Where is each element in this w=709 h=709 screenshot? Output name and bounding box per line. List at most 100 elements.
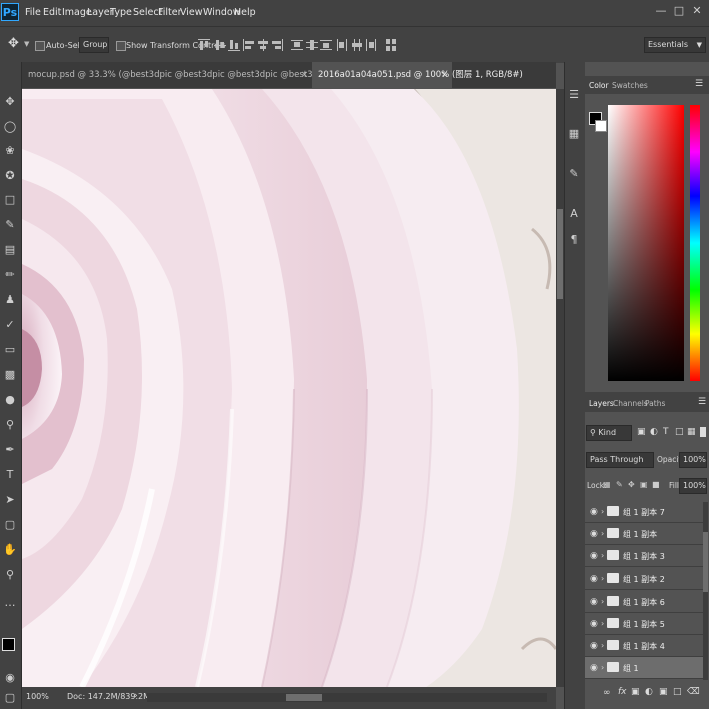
distribute-left-icon[interactable] — [336, 39, 348, 51]
chevron-right-icon[interactable]: › — [601, 641, 604, 650]
dodge-tool-icon[interactable]: ⚲ — [2, 417, 18, 433]
layers-scrollbar[interactable] — [703, 502, 708, 680]
chevron-down-icon[interactable]: ▼ — [24, 40, 29, 48]
blur-tool-icon[interactable]: ● — [2, 392, 18, 408]
eye-icon[interactable]: ◉ — [590, 507, 600, 517]
blend-mode-dropdown[interactable]: Pass Through — [586, 452, 654, 468]
layers-scroll-thumb[interactable] — [703, 532, 708, 592]
chevron-right-icon[interactable]: › — [601, 551, 604, 560]
pixel-filter-icon[interactable]: ▣ — [637, 427, 646, 437]
auto-select-checkbox[interactable] — [35, 41, 45, 51]
maximize-icon[interactable]: □ — [672, 4, 686, 18]
eye-icon[interactable]: ◉ — [590, 597, 600, 607]
trash-icon[interactable]: ⌫ — [687, 687, 700, 697]
type-filter-icon[interactable]: T — [663, 427, 669, 437]
distribute-vcenter-icon[interactable] — [306, 39, 318, 51]
eye-icon[interactable]: ◉ — [590, 551, 600, 561]
healing-brush-tool-icon[interactable]: ▤ — [2, 242, 18, 258]
menu-file[interactable]: File — [25, 7, 41, 18]
zoom-level[interactable]: 100% — [26, 692, 49, 701]
history-brush-tool-icon[interactable]: ✓ — [2, 317, 18, 333]
character-panel-icon[interactable]: A — [566, 204, 582, 224]
smart-object-filter-icon[interactable]: ▦ — [687, 427, 696, 437]
hand-tool-icon[interactable]: ✋ — [2, 542, 18, 558]
chevron-right-icon[interactable]: › — [134, 691, 138, 701]
shape-filter-icon[interactable]: □ — [675, 427, 684, 437]
layer-row[interactable]: ◉ › 组 1 副本 3 — [585, 545, 703, 567]
align-top-icon[interactable] — [198, 39, 210, 51]
tab-color[interactable]: Color — [589, 81, 609, 90]
quick-mask-icon[interactable]: ◉ — [2, 670, 18, 686]
foreground-color-swatch[interactable] — [2, 638, 15, 651]
align-vcenter-icon[interactable] — [214, 39, 226, 51]
chevron-right-icon[interactable]: › — [601, 597, 604, 606]
layer-row[interactable]: ◉ › 组 1 副本 — [585, 523, 703, 545]
layer-row[interactable]: ◉ › 组 1 副本 7 — [585, 501, 703, 523]
minimize-icon[interactable]: — — [654, 4, 668, 18]
properties-panel-icon[interactable]: ▦ — [566, 124, 582, 144]
eraser-tool-icon[interactable]: ▭ — [2, 342, 18, 358]
new-group-icon[interactable]: ▣ — [659, 687, 668, 697]
workspace-dropdown[interactable]: Essentials ▼ — [644, 37, 706, 53]
auto-select-dropdown[interactable]: Group — [79, 37, 109, 53]
panel-menu-icon[interactable]: ☰ — [695, 79, 703, 89]
fx-icon[interactable]: fx — [618, 687, 627, 697]
distribute-right-icon[interactable] — [365, 39, 377, 51]
bg-color-chip[interactable] — [595, 120, 607, 132]
tab-swatches[interactable]: Swatches — [612, 81, 648, 90]
align-right-icon[interactable] — [271, 39, 283, 51]
chevron-right-icon[interactable]: › — [601, 507, 604, 516]
layer-row[interactable]: ◉ › 组 1 副本 6 — [585, 591, 703, 613]
move-tool-icon[interactable]: ✥ — [2, 94, 18, 110]
document-tab-active[interactable]: 2016a01a04a051.psd @ 100% (图层 1, RGB/8#)… — [312, 62, 523, 88]
adjustment-filter-icon[interactable]: ◐ — [650, 427, 658, 437]
paragraph-panel-icon[interactable]: ¶ — [566, 230, 582, 250]
chevron-right-icon[interactable]: › — [601, 619, 604, 628]
layer-row[interactable]: ◉ › 组 1 副本 5 — [585, 613, 703, 635]
kind-filter-dropdown[interactable]: ⚲ Kind — [586, 425, 632, 441]
path-select-tool-icon[interactable]: ➤ — [2, 492, 18, 508]
close-icon[interactable]: ✕ — [690, 4, 704, 18]
align-left-icon[interactable] — [243, 39, 255, 51]
eye-icon[interactable]: ◉ — [590, 574, 600, 584]
crop-tool-icon[interactable]: □ — [2, 192, 18, 208]
lock-position-icon[interactable]: ✥ — [628, 480, 635, 489]
tab-layers[interactable]: Layers — [589, 399, 614, 408]
vertical-scroll-thumb[interactable] — [557, 209, 563, 299]
adjustment-layer-icon[interactable]: ◐ — [645, 687, 653, 697]
auto-align-icon[interactable] — [385, 39, 397, 51]
brush-settings-icon[interactable]: ✎ — [566, 164, 582, 184]
chevron-right-icon[interactable]: › — [601, 529, 604, 538]
zoom-tool-icon[interactable]: ⚲ — [2, 567, 18, 583]
distribute-bottom-icon[interactable] — [320, 39, 332, 51]
menu-help[interactable]: Help — [234, 7, 256, 18]
gradient-tool-icon[interactable]: ▩ — [2, 367, 18, 383]
layer-mask-icon[interactable]: ▣ — [631, 687, 640, 697]
tab-paths[interactable]: Paths — [645, 399, 665, 408]
more-tools-icon[interactable]: … — [2, 595, 18, 611]
show-transform-checkbox[interactable] — [116, 41, 126, 51]
move-tool-icon[interactable]: ✥ — [8, 36, 19, 51]
align-bottom-icon[interactable] — [228, 39, 240, 51]
marquee-tool-icon[interactable]: ◯ — [2, 119, 18, 135]
layer-row[interactable]: ◉ › 组 1 副本 4 — [585, 635, 703, 657]
eye-icon[interactable]: ◉ — [590, 529, 600, 539]
layer-row[interactable]: ◉ › 组 1 副本 2 — [585, 568, 703, 590]
brush-tool-icon[interactable]: ✏ — [2, 267, 18, 283]
fill-input[interactable]: 100% — [679, 478, 707, 494]
document-tab-mocup[interactable]: mocup.psd @ 33.3% (@best3dpic @best3dpic… — [22, 62, 394, 88]
history-panel-icon[interactable]: ☰ — [566, 85, 582, 105]
distribute-top-icon[interactable] — [291, 39, 303, 51]
menu-view[interactable]: View — [180, 7, 203, 18]
clone-stamp-tool-icon[interactable]: ♟ — [2, 292, 18, 308]
vertical-scrollbar[interactable] — [556, 89, 564, 687]
panel-menu-icon[interactable]: ☰ — [698, 397, 706, 407]
quick-select-tool-icon[interactable]: ✪ — [2, 168, 18, 184]
horizontal-scroll-thumb[interactable] — [286, 694, 322, 701]
color-spectrum-field[interactable] — [608, 105, 684, 381]
chevron-right-icon[interactable]: › — [601, 574, 604, 583]
document-canvas[interactable] — [22, 89, 556, 687]
hue-slider[interactable] — [690, 105, 700, 381]
filter-toggle-icon[interactable] — [700, 427, 706, 437]
menu-edit[interactable]: Edit — [43, 7, 61, 18]
